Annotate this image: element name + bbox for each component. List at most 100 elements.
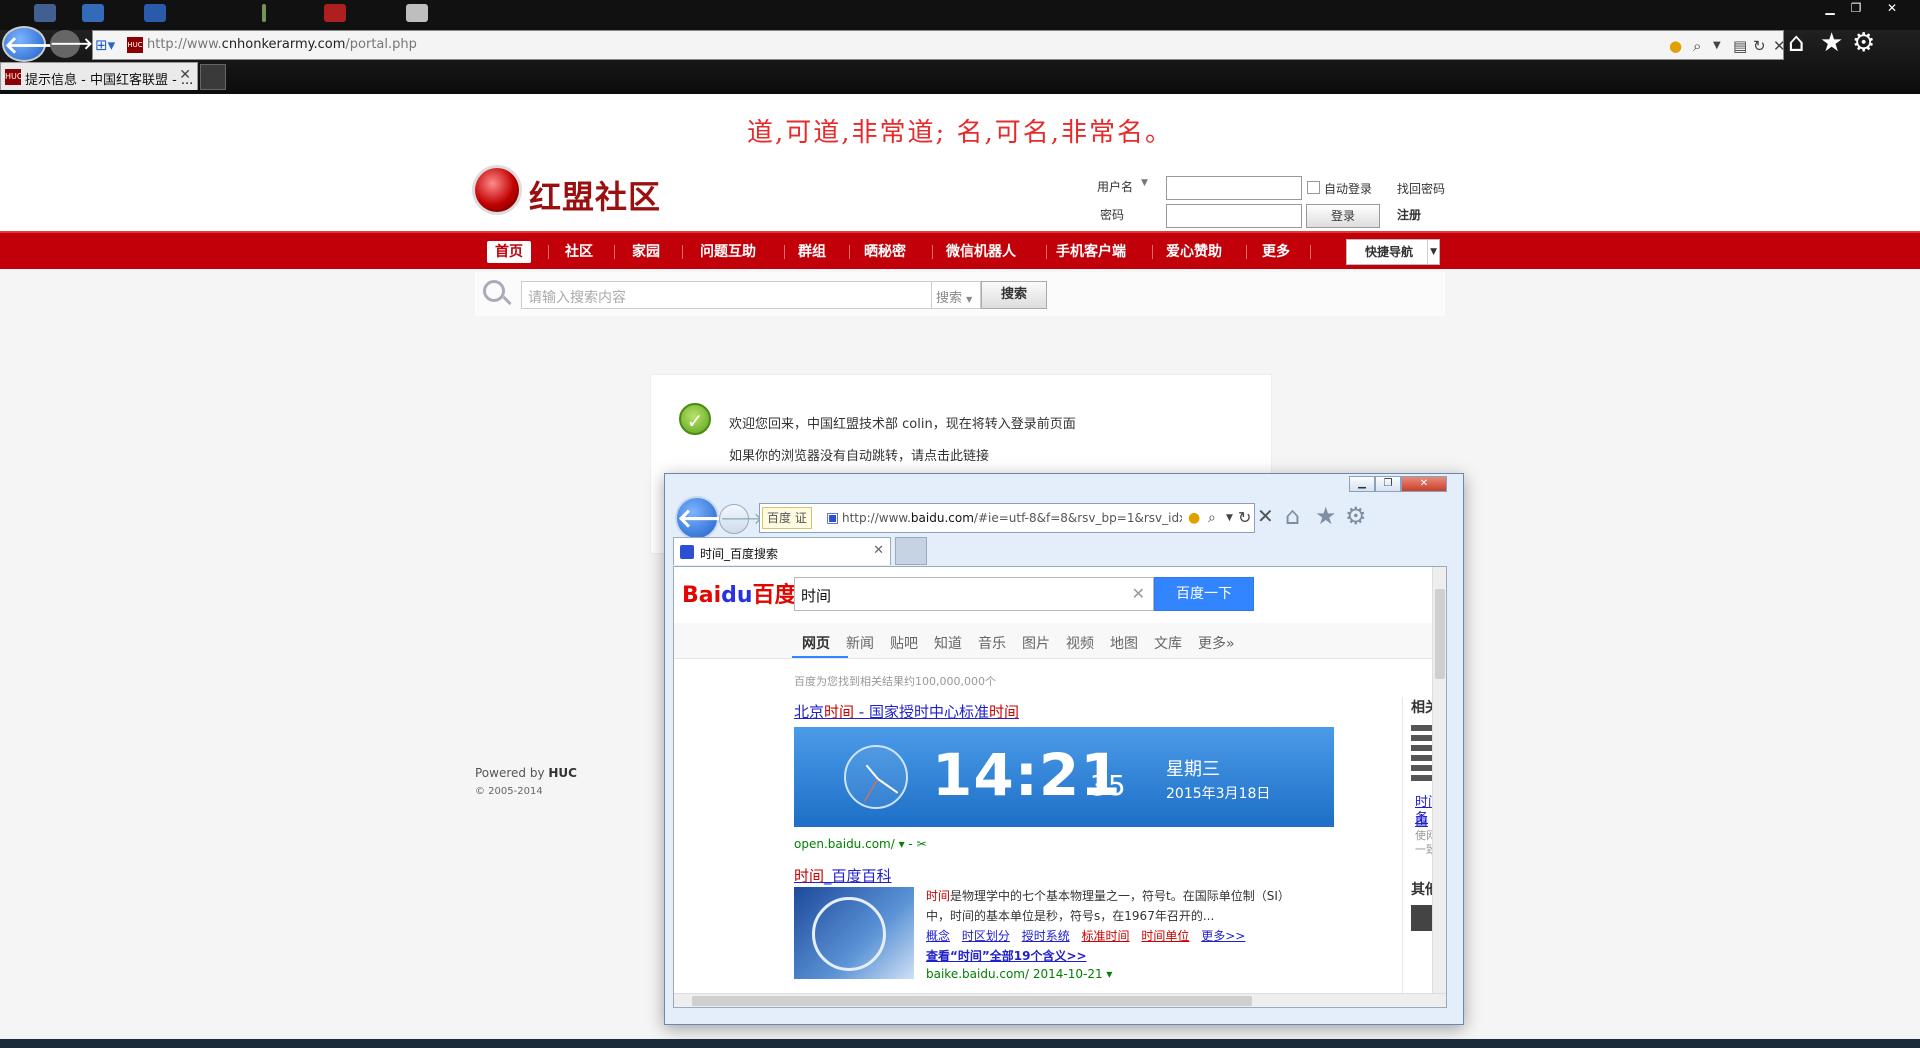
forward-button[interactable]: 🡒 (50, 30, 93, 58)
horizontal-scrollbar[interactable] (674, 993, 1446, 1007)
sublink[interactable]: 更多>> (1201, 929, 1245, 943)
nav-item-secrets[interactable]: 晒秘密 (856, 241, 914, 263)
popup-restore-button[interactable]: ❐ (1375, 476, 1401, 492)
refresh-icon[interactable]: ↻ (1753, 37, 1766, 55)
ev-cert-badge[interactable]: 百度 证 (762, 507, 812, 529)
view-all-meanings-link[interactable]: 查看“时间”全部19个含义>> (926, 947, 1087, 964)
search-type-select[interactable]: 搜索 ▼ (931, 281, 981, 309)
compat-view-icon[interactable]: ⊞▾ (95, 36, 115, 54)
tab-more[interactable]: 更多» (1198, 633, 1235, 653)
tab-wenku[interactable]: 文库 (1154, 633, 1182, 653)
browser-tab[interactable]: HUC 提示信息 - 中国红客联盟 - ... ✕ (0, 62, 198, 90)
site-logo[interactable]: 红盟社区 (475, 168, 685, 216)
tab-tieba[interactable]: 贴吧 (890, 633, 918, 653)
quick-nav-button[interactable]: 快捷导航 ▼ (1346, 239, 1440, 265)
app-thumbnail[interactable] (262, 4, 266, 22)
nav-item-community[interactable]: 社区 (557, 241, 601, 263)
sublink[interactable]: 时区划分 (962, 929, 1010, 943)
baidu-search-button[interactable]: 百度一下 (1154, 577, 1254, 611)
nav-item-more[interactable]: 更多 (1254, 241, 1298, 263)
restore-button[interactable]: ❐ (1844, 0, 1868, 16)
popup-address-bar[interactable]: 百度 证 ▣ http://www.baidu.com/#ie=utf-8&f=… (759, 503, 1255, 533)
back-button[interactable]: 🡐 (2, 26, 68, 62)
chevron-down-icon[interactable]: ▼ (1713, 40, 1721, 51)
app-thumbnail[interactable] (82, 4, 104, 22)
tab-close-icon[interactable]: ✕ (179, 67, 191, 83)
tab-video[interactable]: 视频 (1066, 633, 1094, 653)
addon-icon[interactable]: ● (1669, 37, 1682, 55)
settings-gear-icon[interactable]: ⚙ (1852, 28, 1875, 58)
popup-minimize-button[interactable]: ▁ (1349, 476, 1375, 492)
password-input[interactable] (1166, 204, 1302, 228)
sublink[interactable]: 时间单位 (1141, 929, 1189, 943)
address-url[interactable]: http://www.cnhonkerarmy.com/portal.php (147, 37, 417, 52)
sublink[interactable]: 标准时间 (1082, 929, 1130, 943)
close-button[interactable]: ✕ (1880, 0, 1904, 16)
register-link[interactable]: 注册 (1397, 206, 1421, 223)
scrollbar-thumb[interactable] (1435, 589, 1445, 679)
related-link[interactable]: 务 (1415, 807, 1428, 826)
nav-item-qa[interactable]: 问题互助 (692, 241, 764, 263)
favorites-star-icon[interactable]: ★ (1820, 28, 1843, 58)
home-icon[interactable]: ⌂ (1285, 502, 1300, 530)
tab-close-icon[interactable]: ✕ (873, 543, 884, 558)
nav-item-home[interactable]: 首页 (487, 241, 531, 263)
clear-icon[interactable]: ✕ (1132, 584, 1145, 603)
refresh-icon[interactable]: ↻ (1238, 508, 1251, 527)
baidu-logo[interactable]: Baidu百度 (682, 577, 797, 609)
stop-icon[interactable]: ✕ (1773, 37, 1786, 55)
site-search-input[interactable]: 请输入搜索内容 (521, 281, 933, 309)
app-thumbnail[interactable] (34, 4, 56, 22)
popup-address-url[interactable]: http://www.baidu.com/#ie=utf-8&f=8&rsv_b… (842, 511, 1182, 525)
search-icon[interactable]: ⌕ (1208, 510, 1216, 526)
site-search-button[interactable]: 搜索 (981, 281, 1047, 309)
nav-item-home-space[interactable]: 家园 (624, 241, 668, 263)
result-url[interactable]: baike.baidu.com/ 2014-10-21 ▾ (926, 967, 1112, 981)
powered-by-brand[interactable]: HUC (548, 766, 577, 780)
tab-map[interactable]: 地图 (1110, 633, 1138, 653)
settings-gear-icon[interactable]: ⚙ (1345, 502, 1367, 530)
tab-images[interactable]: 图片 (1022, 633, 1050, 653)
app-thumbnail[interactable] (324, 4, 346, 22)
popup-browser-window[interactable]: ▁ ❐ ✕ 🡐 🡒 百度 证 ▣ http://www.baidu.com/#i… (664, 473, 1464, 1025)
nav-item-mobile-client[interactable]: 手机客户端 (1048, 241, 1134, 263)
forgot-password-link[interactable]: 找回密码 (1397, 180, 1445, 197)
baidu-search-input[interactable]: 时间 ✕ (794, 577, 1154, 611)
sublink[interactable]: 概念 (926, 929, 950, 943)
address-bar[interactable]: ⊞▾ HUC http://www.cnhonkerarmy.com/porta… (92, 30, 1786, 60)
tab-news[interactable]: 新闻 (846, 633, 874, 653)
username-type-dropdown-icon[interactable]: ▼ (1141, 178, 1148, 188)
scrollbar-thumb[interactable] (692, 996, 1252, 1006)
popup-back-button[interactable]: 🡐 (675, 496, 747, 540)
app-thumbnail[interactable] (406, 4, 428, 22)
stop-icon[interactable]: ✕ (1257, 504, 1274, 528)
nav-item-donate[interactable]: 爱心赞助 (1158, 241, 1230, 263)
chevron-down-icon[interactable]: ▼ (1226, 513, 1233, 523)
home-icon[interactable]: ⌂ (1788, 28, 1805, 58)
popup-forward-button[interactable]: 🡒 (719, 504, 763, 534)
login-button[interactable]: 登录 (1306, 204, 1380, 228)
tab-music[interactable]: 音乐 (978, 633, 1006, 653)
auto-login-checkbox[interactable] (1307, 181, 1320, 194)
result-url[interactable]: open.baidu.com/ ▾ - ✂ (794, 837, 927, 851)
nav-item-groups[interactable]: 群组 (790, 241, 834, 263)
sublink[interactable]: 授时系统 (1022, 929, 1070, 943)
result-title-link[interactable]: 时间_百度百科 (794, 865, 892, 886)
favorites-star-icon[interactable]: ★ (1315, 502, 1337, 530)
tab-web[interactable]: 网页 (802, 633, 830, 653)
new-tab-button[interactable] (895, 537, 927, 565)
compat-icon[interactable]: ▤ (1733, 37, 1747, 55)
tab-zhidao[interactable]: 知道 (934, 633, 962, 653)
vertical-scrollbar[interactable] (1432, 567, 1446, 995)
app-thumbnail[interactable] (144, 4, 166, 22)
search-icon[interactable]: ⌕ (1693, 37, 1701, 55)
result-thumbnail[interactable] (794, 887, 914, 979)
new-tab-button[interactable] (200, 64, 226, 90)
popup-tab[interactable]: 时间_百度搜索 ✕ (673, 537, 891, 565)
popup-close-button[interactable]: ✕ (1401, 476, 1447, 492)
addon-icon[interactable]: ● (1188, 510, 1200, 526)
result-title-link[interactable]: 北京时间 - 国家授时中心标准时间 (794, 701, 1019, 722)
minimize-button[interactable]: ▁ (1818, 0, 1842, 16)
username-input[interactable] (1166, 176, 1302, 200)
redirect-link[interactable]: 如果你的浏览器没有自动跳转，请点击此链接 (729, 445, 989, 464)
